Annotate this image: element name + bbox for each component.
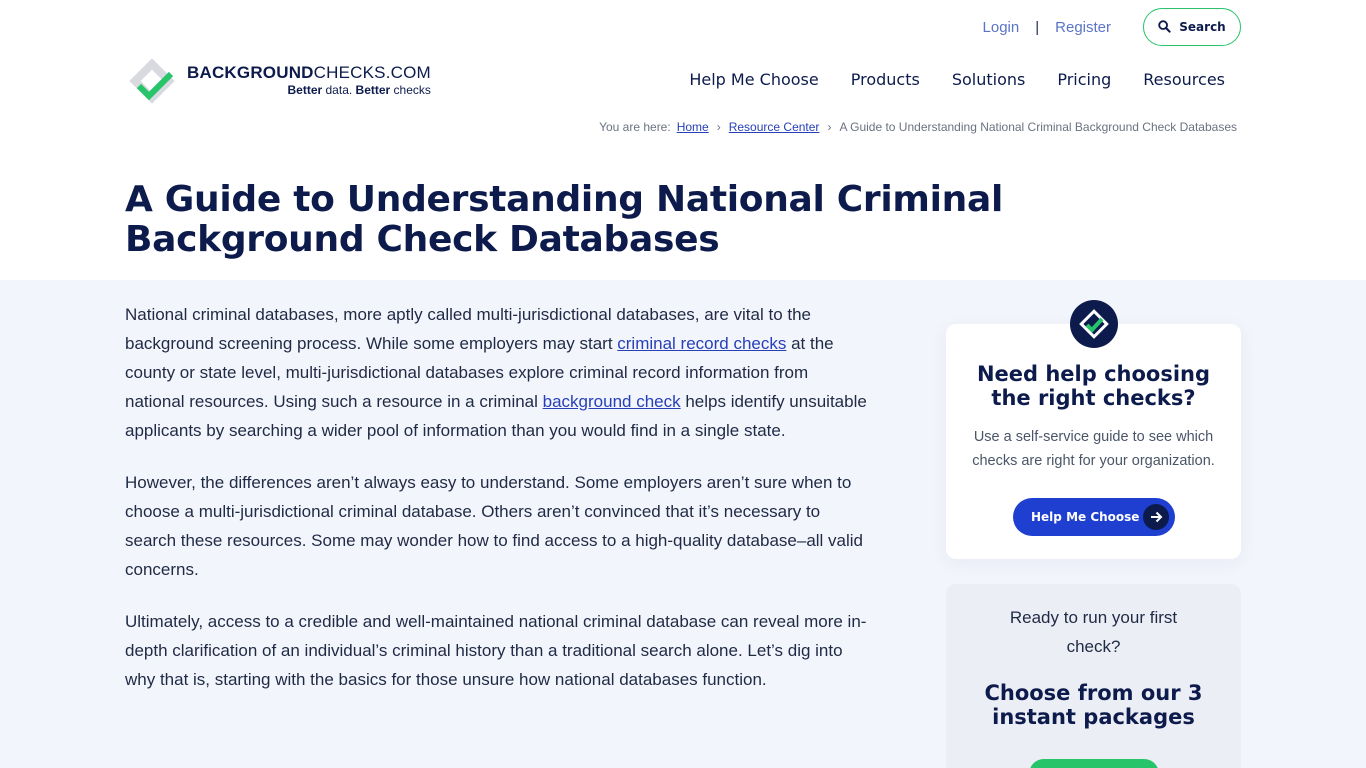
- breadcrumb-separator: ›: [827, 120, 832, 134]
- arrow-right-icon: [1143, 504, 1169, 530]
- breadcrumb-home[interactable]: Home: [677, 120, 709, 134]
- article-paragraph: Ultimately, access to a credible and wel…: [125, 612, 867, 689]
- nav-products[interactable]: Products: [851, 70, 920, 89]
- search-icon: [1158, 18, 1171, 37]
- background-check-link[interactable]: background check: [543, 392, 681, 411]
- logo-name: BACKGROUNDCHECKS.COM: [187, 63, 431, 82]
- instant-packages-title: Choose from our 3 instant packages: [984, 681, 1203, 729]
- page-title: A Guide to Understanding National Crimin…: [125, 179, 1004, 260]
- help-me-choose-button[interactable]: Help Me Choose: [1013, 498, 1175, 536]
- nav-help-me-choose[interactable]: Help Me Choose: [689, 70, 818, 89]
- nav-resources[interactable]: Resources: [1143, 70, 1225, 89]
- badge-checkmark-icon: [1070, 300, 1118, 348]
- article-paragraph: However, the differences aren’t always e…: [125, 473, 864, 579]
- breadcrumb-separator: ›: [716, 120, 721, 134]
- login-link[interactable]: Login: [983, 19, 1020, 36]
- criminal-record-checks-link[interactable]: criminal record checks: [617, 334, 786, 353]
- help-choose-text: Use a self-service guide to see which ch…: [972, 429, 1215, 469]
- breadcrumb: You are here: Home › Resource Center › A…: [599, 120, 1237, 134]
- site-logo[interactable]: BACKGROUNDCHECKS.COM Better data. Better…: [125, 54, 431, 108]
- breadcrumb-resource-center[interactable]: Resource Center: [729, 120, 820, 134]
- breadcrumb-prefix: You are here:: [599, 120, 671, 134]
- main-nav: Help Me Choose Products Solutions Pricin…: [689, 70, 1225, 89]
- instant-packages-text: Ready to run your first check?: [1009, 608, 1178, 656]
- nav-pricing[interactable]: Pricing: [1057, 70, 1111, 89]
- logo-tagline: Better data. Better checks: [287, 83, 431, 97]
- search-label: Search: [1179, 20, 1226, 34]
- breadcrumb-current: A Guide to Understanding National Crimin…: [839, 120, 1237, 134]
- logo-mark-icon: [125, 54, 179, 108]
- top-separator: |: [1035, 18, 1040, 36]
- nav-solutions[interactable]: Solutions: [952, 70, 1026, 89]
- help-choose-card: Need help choosing the right checks? Use…: [946, 300, 1241, 559]
- article-body: National criminal databases, more aptly …: [125, 300, 870, 717]
- help-choose-title: Need help choosing the right checks?: [976, 362, 1211, 410]
- instant-packages-button[interactable]: [1029, 759, 1159, 768]
- register-link[interactable]: Register: [1055, 19, 1111, 36]
- logo-wordmark: BACKGROUNDCHECKS.COM Better data. Better…: [187, 64, 431, 98]
- help-me-choose-label: Help Me Choose: [1031, 510, 1140, 524]
- search-button[interactable]: Search: [1143, 8, 1241, 46]
- top-utility-bar: Login | Register Search: [983, 8, 1241, 46]
- instant-packages-card: Ready to run your first check? Choose fr…: [946, 584, 1241, 768]
- article-paragraph: National criminal databases, more aptly …: [125, 305, 867, 440]
